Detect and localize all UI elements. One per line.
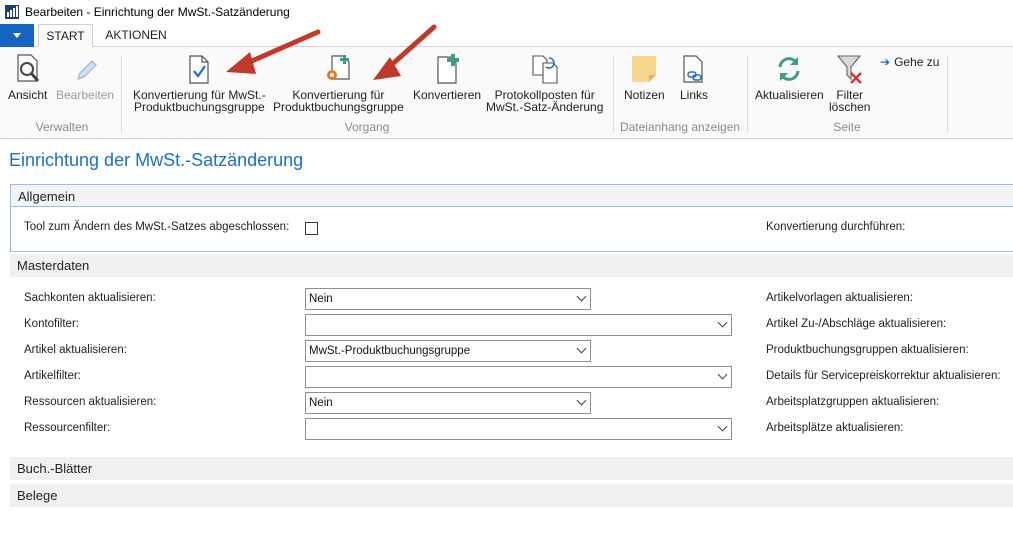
chevron-down-icon <box>576 343 587 354</box>
konvertierung-produkt-label-2: Produktbuchungsgruppe <box>273 100 404 114</box>
protokollposten-button[interactable]: Protokollposten für MwSt.-Satz-Änderung <box>486 52 603 113</box>
ansicht-label: Ansicht <box>8 88 48 102</box>
tool-abgeschlossen-checkbox[interactable] <box>305 222 318 235</box>
filter-loeschen-button[interactable]: Filter löschen <box>829 52 870 113</box>
artikelfilter-input[interactable] <box>305 366 732 388</box>
group-label-verwalten: Verwalten <box>35 120 89 134</box>
aktualisieren-button[interactable]: Aktualisieren <box>755 52 824 101</box>
servicepreiskorrektur-aktualisieren-label: Details für Servicepreiskorrektur aktual… <box>766 370 1001 382</box>
section-belege[interactable]: Belege <box>10 484 1013 507</box>
ribbon-separator <box>947 55 948 133</box>
sachkonten-aktualisieren-label: Sachkonten aktualisieren: <box>24 292 156 304</box>
notizen-button[interactable]: Notizen <box>624 52 665 101</box>
clear-filter-icon <box>833 52 867 86</box>
ressourcen-aktualisieren-label: Ressourcen aktualisieren: <box>24 396 157 408</box>
section-masterdaten[interactable]: Masterdaten <box>10 254 1013 277</box>
ressourcen-aktualisieren-value: Nein <box>309 397 333 409</box>
gehe-zu-label: Gehe zu <box>894 55 940 69</box>
tool-abgeschlossen-label: Tool zum Ändern des MwSt.-Satzes abgesch… <box>24 221 290 233</box>
checked-document-icon <box>182 52 216 86</box>
ribbon: Ansicht Bearbeiten Verwalten Konvertieru… <box>0 47 1013 139</box>
chevron-down-icon <box>576 395 587 406</box>
page-title: Einrichtung der MwSt.-Satzänderung <box>9 150 304 170</box>
gear-document-icon <box>321 52 355 86</box>
konvertierung-produkt-button[interactable]: Konvertierung für Produktbuchungsgruppe <box>273 52 404 113</box>
window-title: Bearbeiten - Einrichtung der MwSt.-Satzä… <box>25 5 290 19</box>
konvertierung-mwst-label-2: Produktbuchungsgruppe <box>133 100 265 114</box>
artikel-aktualisieren-select[interactable]: MwSt.-Produktbuchungsgruppe <box>305 340 591 362</box>
aktualisieren-label: Aktualisieren <box>755 88 824 102</box>
links-label: Links <box>679 88 708 102</box>
filter-loeschen-label-2: löschen <box>829 100 871 114</box>
kontofilter-input[interactable] <box>305 314 732 336</box>
ressourcenfilter-label: Ressourcenfilter: <box>24 422 111 434</box>
log-entries-icon <box>528 52 562 86</box>
chevron-down-icon <box>576 291 587 302</box>
group-label-dateianhang: Dateianhang anzeigen <box>619 120 741 134</box>
ribbon-tab-row: START AKTIONEN <box>0 24 1013 48</box>
magnifier-document-icon <box>11 52 45 86</box>
chevron-down-icon <box>717 369 728 380</box>
add-document-icon <box>430 52 464 86</box>
artikel-aktualisieren-label: Artikel aktualisieren: <box>24 344 127 356</box>
sachkonten-aktualisieren-select[interactable]: Nein <box>305 288 591 310</box>
note-icon <box>627 52 661 86</box>
title-bar: Bearbeiten - Einrichtung der MwSt.-Satzä… <box>0 0 1013 24</box>
produktbuchungsgruppen-aktualisieren-label: Produktbuchungsgruppen aktualisieren: <box>766 344 969 356</box>
pencil-icon <box>68 52 102 86</box>
ressourcen-aktualisieren-select[interactable]: Nein <box>305 392 591 414</box>
tab-start[interactable]: START <box>38 24 93 48</box>
konvertieren-label: Konvertieren <box>413 88 482 102</box>
arrow-right-icon: ➔ <box>880 55 891 69</box>
ansicht-button[interactable]: Ansicht <box>8 52 47 101</box>
notizen-label: Notizen <box>624 88 665 102</box>
refresh-icon <box>772 52 806 86</box>
konvertierung-mwst-button[interactable]: Konvertierung für MwSt.- Produktbuchungs… <box>133 52 266 113</box>
konvertierung-durchfuehren-label: Konvertierung durchführen: <box>766 221 906 233</box>
artikel-aktualisieren-value: MwSt.-Produktbuchungsgruppe <box>309 345 471 357</box>
arbeitsplatzgruppen-aktualisieren-label: Arbeitsplatzgruppen aktualisieren: <box>766 396 940 408</box>
artikel-zuabschlaege-aktualisieren-label: Artikel Zu-/Abschläge aktualisieren: <box>766 318 947 330</box>
chevron-down-icon <box>717 317 728 328</box>
section-buch-blaetter[interactable]: Buch.-Blätter <box>10 457 1013 480</box>
dropdown-arrow-icon <box>13 33 21 38</box>
artikelfilter-label: Artikelfilter: <box>24 370 81 382</box>
app-icon <box>5 5 19 19</box>
bearbeiten-button[interactable]: Bearbeiten <box>56 52 114 101</box>
ressourcenfilter-input[interactable] <box>305 418 732 440</box>
file-menu-button[interactable] <box>0 24 34 47</box>
protokollposten-label-2: MwSt.-Satz-Änderung <box>486 100 604 114</box>
arbeitsplaetze-aktualisieren-label: Arbeitsplätze aktualisieren: <box>766 422 904 434</box>
link-icon <box>677 52 711 86</box>
konvertieren-button[interactable]: Konvertieren <box>413 52 481 101</box>
tab-aktionen[interactable]: AKTIONEN <box>100 24 172 48</box>
sachkonten-aktualisieren-value: Nein <box>309 293 333 305</box>
artikelvorlagen-aktualisieren-label: Artikelvorlagen aktualisieren: <box>766 292 914 304</box>
chevron-down-icon <box>717 421 728 432</box>
gehe-zu-button[interactable]: ➔ Gehe zu <box>880 55 939 69</box>
group-label-seite: Seite <box>833 120 861 134</box>
section-allgemein[interactable]: Allgemein <box>10 184 1013 207</box>
links-button[interactable]: Links <box>677 52 711 101</box>
group-label-vorgang: Vorgang <box>344 120 390 134</box>
bearbeiten-label: Bearbeiten <box>56 88 115 102</box>
kontofilter-label: Kontofilter: <box>24 318 79 330</box>
